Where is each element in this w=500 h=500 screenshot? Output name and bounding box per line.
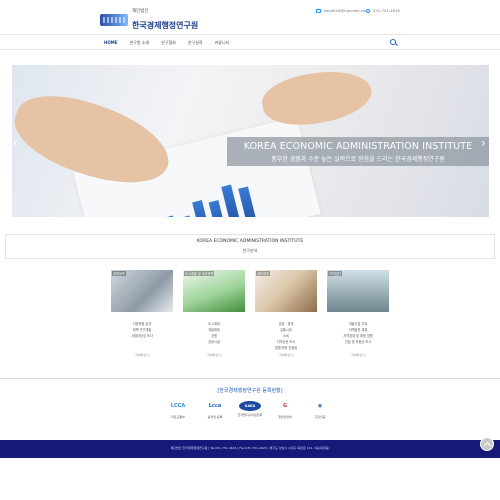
card-more-link[interactable]: 자세히보기	[255, 353, 317, 357]
partner-2[interactable]: Lcca 용역업 등록	[200, 399, 230, 419]
card-item: 건설 및 부동산 조사	[344, 340, 372, 344]
card-tag: 경제정책	[112, 271, 126, 276]
logo-main-text: 한국경제행정연구원	[132, 20, 199, 30]
hero-title: KOREA ECONOMIC ADMINISTRATION INSTITUTE	[243, 141, 473, 152]
card-image: 생활경제	[255, 270, 317, 312]
main-nav: HOME 연구원 소개 연구협회 연구실적 커뮤니티	[0, 34, 500, 50]
partner-name: 국토교통부	[171, 415, 185, 419]
hero-caption: KOREA ECONOMIC ADMINISTRATION INSTITUTE …	[227, 137, 489, 166]
partner-name: 한국엔지니어링협회	[237, 413, 263, 417]
nav-item-results[interactable]: 연구실적	[188, 40, 203, 46]
research-card-4[interactable]: 지역발전 개발사업 기획 지역발전 계획 지역경제 및 재정 영향 건설 및 부…	[327, 270, 389, 357]
research-card-3[interactable]: 생활경제 상업 · 경제 유통시장 소비 지역상권 조사 경영/전략 컨설팅 자…	[255, 270, 317, 357]
card-more-link[interactable]: 자세히보기	[111, 353, 173, 357]
hero-slider: KOREA ECONOMIC ADMINISTRATION INSTITUTE …	[12, 65, 489, 217]
partner-5[interactable]: ◉ 기관인증	[305, 399, 335, 419]
intro-box: KOREA ECONOMIC ADMINISTRATION INSTITUTE …	[5, 234, 495, 259]
partner-logo: LCCA	[170, 403, 186, 409]
nav-item-about[interactable]: 연구원 소개	[129, 40, 149, 46]
contact-email[interactable]: kea4616@hanmail.net	[316, 8, 367, 13]
mail-icon	[316, 8, 321, 13]
registration-title: [한국경제행정연구원 등록현황]	[217, 388, 283, 394]
card-tag: 생활경제	[256, 271, 270, 276]
footer: 재단법인 한국경제행정연구원 | Tel.031-751-4616 | Fax.…	[0, 440, 500, 458]
header: 재단법인 한국경제행정연구원 kea4616@hanmail.net 031-7…	[0, 0, 500, 34]
partner-1[interactable]: LCCA 국토교통부	[163, 399, 193, 419]
logo-mark	[100, 14, 128, 27]
registration-section: [한국경제행정연구원 등록현황] LCCA 국토교통부 Lcca 용역업 등록 …	[0, 378, 500, 440]
partner-name: 기관인증	[314, 415, 326, 419]
card-more-link[interactable]: 자세히보기	[183, 353, 245, 357]
nav-item-association[interactable]: 연구협회	[161, 40, 176, 46]
card-item: 공공시설	[208, 340, 220, 344]
nav-item-community[interactable]: 커뮤니티	[215, 40, 230, 46]
partner-logo: Lcca	[208, 403, 222, 409]
phone-icon	[366, 8, 370, 13]
nav-item-home[interactable]: HOME	[104, 40, 117, 45]
card-image: 지역발전	[327, 270, 389, 312]
intro-subtitle: 연구분야	[242, 248, 258, 253]
card-image: 도시개발 및 공공정책	[183, 270, 245, 312]
search-icon[interactable]	[390, 39, 396, 45]
partner-logo: ◉	[317, 403, 323, 409]
chevron-left-icon[interactable]: ‹	[13, 136, 18, 150]
card-tag: 지역발전	[328, 271, 342, 276]
partner-logo: KAEA	[239, 401, 261, 411]
card-tag: 도시개발 및 공공정책	[184, 271, 215, 276]
research-card-2[interactable]: 도시개발 및 공공정책 도시계획 개발계획 공원 공공시설 자세히보기	[183, 270, 245, 357]
partner-name: 용역업 등록	[207, 415, 223, 419]
intro-title: KOREA ECONOMIC ADMINISTRATION INSTITUTE	[196, 239, 304, 244]
email-text: kea4616@hanmail.net	[324, 8, 367, 13]
partner-logo: G	[282, 403, 288, 409]
logo-small-text: 재단법인	[132, 9, 149, 14]
contact-phone[interactable]: 031-751-4616	[366, 8, 400, 13]
partner-name: 행정안전부	[278, 415, 292, 419]
arrow-up-icon[interactable]	[480, 437, 494, 451]
research-card-1[interactable]: 경제정책 지방재정 분석 정책 연구개발 사업타당성 조사 자세히보기	[111, 270, 173, 357]
card-image: 경제정책	[111, 270, 173, 312]
footer-text: 재단법인 한국경제행정연구원 | Tel.031-751-4616 | Fax.…	[170, 446, 330, 450]
partner-4[interactable]: G 행정안전부	[270, 399, 300, 419]
partner-3[interactable]: KAEA 한국엔지니어링협회	[235, 399, 265, 417]
chevron-right-icon[interactable]: ›	[481, 136, 486, 150]
hero-subtitle: 풍부한 경험과 수준 높은 실력으로 믿음을 드리는 한국경제행정연구원	[271, 156, 445, 163]
card-item: 경영/전략 컨설팅	[274, 346, 298, 350]
phone-text: 031-751-4616	[373, 8, 400, 13]
card-item: 사업타당성 조사	[131, 334, 153, 338]
site-logo[interactable]: 재단법인 한국경제행정연구원	[100, 9, 199, 31]
card-more-link[interactable]: 자세히보기	[327, 353, 389, 357]
